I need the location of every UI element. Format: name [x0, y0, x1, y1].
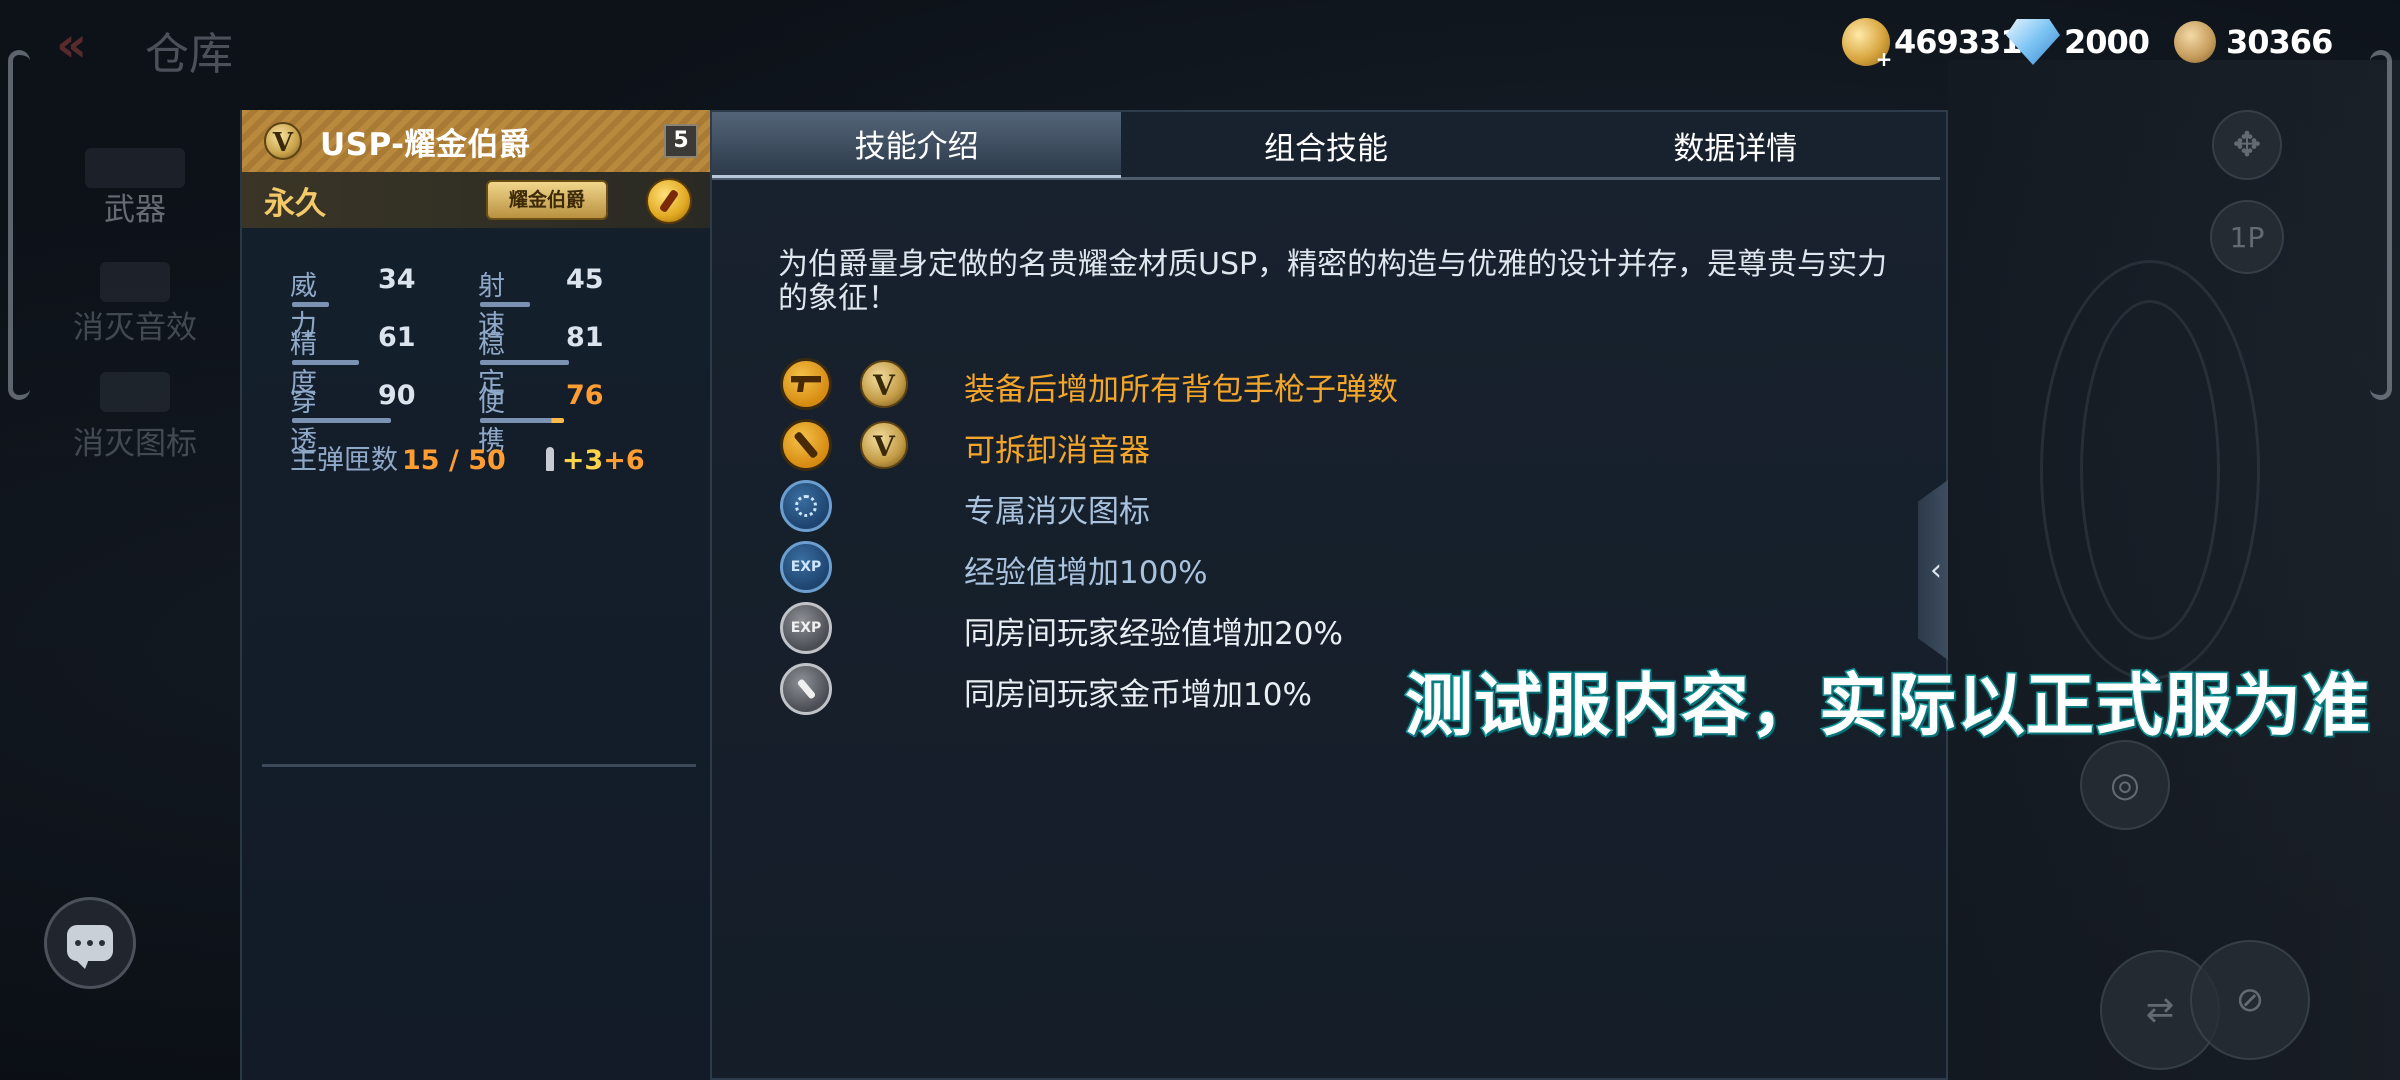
weapon-card: V USP-耀金伯爵 5 永久 耀金伯爵 威力 34 射速 45 精度 61 稳…: [240, 110, 712, 1080]
skill-row: V: [780, 356, 908, 412]
nav-kill-sound[interactable]: 消灭音效: [50, 302, 220, 347]
rank-badge: 耀金伯爵: [486, 180, 608, 220]
chat-icon: [67, 925, 113, 969]
weapon-subheader: 永久 耀金伯爵: [242, 172, 712, 228]
edge-frame-left: [8, 50, 30, 400]
skill-text: 可拆卸消音器: [964, 433, 1150, 469]
exp-boost-icon: EXP: [780, 541, 832, 593]
magazine-bonus-a: +3: [561, 445, 604, 476]
bullet-icon: [545, 447, 554, 471]
skill-text: 专属消灭图标: [964, 494, 1150, 530]
nav-weapon[interactable]: 武器: [50, 184, 220, 229]
skill-row: [780, 661, 832, 717]
hide-icon[interactable]: ⊘: [2190, 940, 2310, 1060]
skill-text: 装备后增加所有背包手枪子弹数: [964, 372, 1398, 408]
silencer-icon: [780, 419, 832, 471]
tab-skill-intro[interactable]: 技能介绍: [712, 112, 1122, 178]
vip-v-icon: V: [860, 360, 908, 408]
room-coin-icon: [780, 663, 832, 715]
stat-bar: [292, 302, 329, 307]
magazine-bonus-b: +6: [603, 445, 645, 476]
currency-medal[interactable]: 30366: [2174, 16, 2333, 68]
stat-bar: [480, 360, 569, 365]
gamepad-icon[interactable]: ✥: [2212, 110, 2282, 180]
skill-row: EXP: [780, 600, 832, 656]
sound-nav-icon: [100, 262, 170, 302]
skill-text: 同房间玩家经验值增加20%: [964, 616, 1343, 652]
stat-bar: [292, 360, 359, 365]
stat-bar: [480, 302, 530, 307]
tab-bar: 技能介绍 组合技能 数据详情: [712, 112, 1940, 180]
collapse-panel-chevron-icon[interactable]: ‹: [1918, 480, 1948, 660]
weapon-name: USP-耀金伯爵: [320, 126, 531, 163]
currency-diamond[interactable]: 2000: [2006, 16, 2150, 68]
weapon-header: V USP-耀金伯爵 5: [242, 110, 712, 172]
duration-label: 永久: [264, 185, 326, 222]
tab-combo-skill[interactable]: 组合技能: [1121, 112, 1530, 178]
chat-button[interactable]: [44, 897, 136, 989]
tab-data-details[interactable]: 数据详情: [1531, 112, 1940, 178]
skill-text: 同房间玩家金币增加10%: [964, 677, 1312, 713]
weapon-nav-icon: [85, 148, 185, 188]
vip-emblem-icon: V: [264, 122, 302, 160]
skill-row: V: [780, 417, 908, 473]
room-exp-icon: EXP: [780, 602, 832, 654]
target-ring-inner: [2080, 300, 2220, 640]
medal-amount: 30366: [2226, 23, 2333, 61]
magazine-label: 主弹匣数: [290, 445, 398, 476]
stat-bar: [292, 418, 391, 423]
page-title: 仓库: [145, 29, 233, 80]
kill-icon-badge: [780, 480, 832, 532]
skill-text: 经验值增加100%: [964, 555, 1208, 591]
skill-row: EXP: [780, 539, 832, 595]
weapon-description: 为伯爵量身定做的名贵耀金材质USP，精密的构造与优雅的设计并存，是尊贵与实力的象…: [778, 247, 1888, 316]
view-1p-icon[interactable]: 1P: [2210, 200, 2284, 274]
stat-bar: [480, 418, 564, 423]
aim-icon[interactable]: ◎: [2080, 740, 2170, 830]
back-chevron-icon[interactable]: «: [56, 20, 116, 70]
magazine-row: 主弹匣数 15 / 50 +3 +6: [290, 438, 645, 477]
pistol-ammo-icon: [780, 358, 832, 410]
skill-row: [780, 478, 832, 534]
test-server-watermark: 测试服内容，实际以正式服为准: [1403, 666, 2372, 748]
emblem-nav-icon: [100, 372, 170, 412]
gold-amount: 469331: [1894, 23, 2023, 61]
divider: [262, 764, 696, 767]
ammo-type-icon: [646, 178, 692, 224]
vip-v-icon: V: [860, 421, 908, 469]
currency-gold[interactable]: + 469331: [1842, 16, 2023, 69]
diamond-icon: [2006, 19, 2060, 65]
magazine-value: 15 / 50: [402, 445, 506, 476]
diamond-amount: 2000: [2064, 23, 2150, 61]
skill-panel: 技能介绍 组合技能 数据详情 为伯爵量身定做的名贵耀金材质USP，精密的构造与优…: [710, 110, 1948, 1080]
medal-icon: [2174, 21, 2216, 63]
nav-kill-icon[interactable]: 消灭图标: [50, 418, 220, 463]
gold-coin-icon: +: [1842, 18, 1892, 69]
edge-frame-right: [2370, 50, 2392, 400]
weapon-level-badge: 5: [664, 124, 698, 158]
